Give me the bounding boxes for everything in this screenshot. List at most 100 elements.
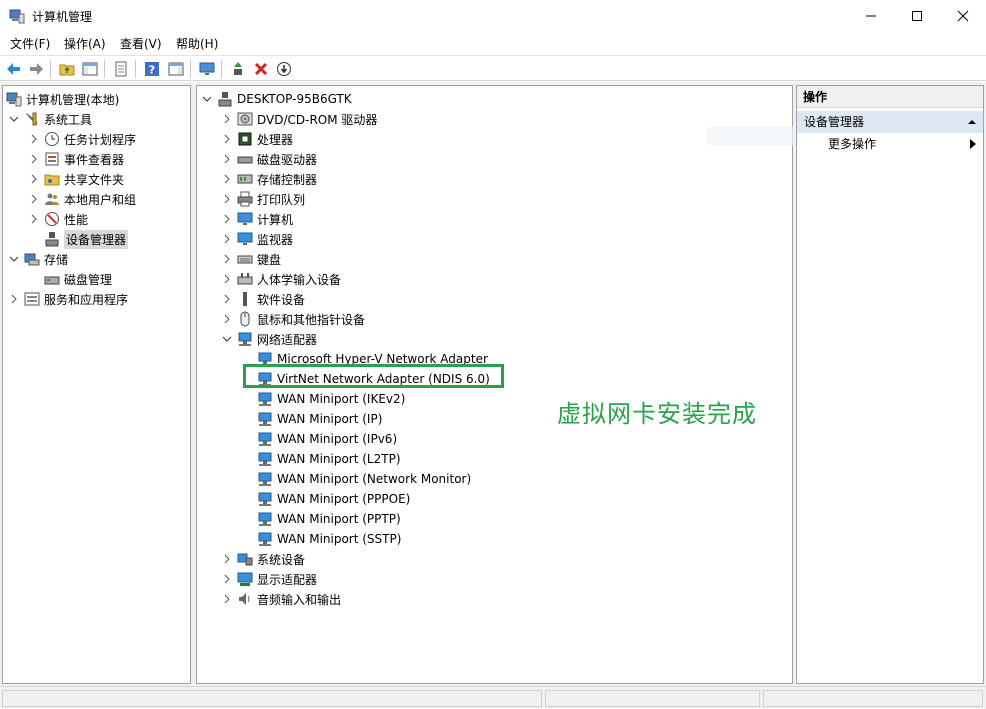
chevron-right-icon[interactable] xyxy=(221,273,233,285)
tree-item-task-scheduler[interactable]: 任务计划程序 xyxy=(28,129,136,149)
more-actions-item[interactable]: 更多操作 xyxy=(828,135,876,152)
tree-item-disk-management[interactable]: 磁盘管理 xyxy=(28,269,112,289)
tree-item-adapter[interactable]: WAN Miniport (PPPOE) xyxy=(257,489,410,509)
tree-item-monitors[interactable]: 监视器 xyxy=(221,229,293,249)
chevron-right-icon[interactable] xyxy=(221,213,233,225)
device-manager-icon xyxy=(44,231,60,247)
tree-label: 存储控制器 xyxy=(257,172,318,187)
network-adapter-icon xyxy=(257,411,273,427)
tree-item-software-devices[interactable]: 软件设备 xyxy=(221,289,305,309)
chevron-right-icon[interactable] xyxy=(221,253,233,265)
tree-label: 系统工具 xyxy=(44,112,93,127)
tree-label: 磁盘管理 xyxy=(64,272,113,287)
chevron-right-icon[interactable] xyxy=(28,193,40,205)
tree-item-adapter[interactable]: WAN Miniport (IPv6) xyxy=(257,429,397,449)
chevron-right-icon[interactable] xyxy=(8,293,20,305)
tree-item-computer-category[interactable]: 计算机 xyxy=(221,209,293,229)
computer-management-icon xyxy=(9,8,25,24)
tree-item-adapter[interactable]: WAN Miniport (Network Monitor) xyxy=(257,469,471,489)
tree-item-computer[interactable]: DESKTOP-95B6GTK xyxy=(201,89,352,109)
chevron-right-icon[interactable] xyxy=(28,213,40,225)
tree-item-adapter[interactable]: WAN Miniport (PPTP) xyxy=(257,509,401,529)
menu-action[interactable]: 操作(A) xyxy=(64,35,106,52)
chevron-right-icon[interactable] xyxy=(221,153,233,165)
toolbar-separator xyxy=(190,60,191,78)
show-hide-tree-icon[interactable] xyxy=(80,59,100,79)
tree-item-storage[interactable]: 存储 xyxy=(8,249,68,269)
tree-label: 本地用户和组 xyxy=(64,192,137,207)
maximize-button[interactable] xyxy=(894,0,940,32)
chevron-down-icon[interactable] xyxy=(8,113,20,125)
tree-item-storage-controllers[interactable]: 存储控制器 xyxy=(221,169,317,189)
tree-item-adapter[interactable]: WAN Miniport (IKEv2) xyxy=(257,389,405,409)
chevron-right-icon[interactable] xyxy=(221,293,233,305)
chevron-right-icon[interactable] xyxy=(221,233,233,245)
tree-item-print-queues[interactable]: 打印队列 xyxy=(221,189,305,209)
forward-icon[interactable] xyxy=(26,59,46,79)
menu-file[interactable]: 文件(F) xyxy=(10,35,50,52)
chevron-right-icon[interactable] xyxy=(221,313,233,325)
tree-item-shared-folders[interactable]: 共享文件夹 xyxy=(28,169,124,189)
chevron-right-icon[interactable] xyxy=(28,153,40,165)
chevron-right-icon[interactable] xyxy=(221,553,233,565)
chevron-down-icon[interactable] xyxy=(221,333,233,345)
chevron-right-icon[interactable] xyxy=(221,593,233,605)
tree-item-mice[interactable]: 鼠标和其他指针设备 xyxy=(221,309,365,329)
chevron-down-icon[interactable] xyxy=(8,253,20,265)
tree-item-services-apps[interactable]: 服务和应用程序 xyxy=(8,289,128,309)
up-folder-icon[interactable] xyxy=(57,59,77,79)
tree-item-hid[interactable]: 人体学输入设备 xyxy=(221,269,341,289)
minimize-button[interactable] xyxy=(848,0,894,32)
speaker-icon xyxy=(237,591,253,607)
chevron-right-icon[interactable] xyxy=(221,113,233,125)
update-driver-icon[interactable] xyxy=(228,59,248,79)
chevron-right-icon[interactable] xyxy=(221,573,233,585)
highlight-box xyxy=(243,364,504,388)
tree-item-event-viewer[interactable]: 事件查看器 xyxy=(28,149,124,169)
tree-item-display-adapters[interactable]: 显示适配器 xyxy=(221,569,317,589)
uninstall-icon[interactable] xyxy=(251,59,271,79)
collapse-up-icon[interactable] xyxy=(967,111,977,140)
actions-header: 操作 xyxy=(797,86,983,108)
event-viewer-icon xyxy=(44,151,60,167)
tree-item-root[interactable]: 计算机管理(本地) xyxy=(6,89,119,109)
display-icon[interactable] xyxy=(197,59,217,79)
hid-icon xyxy=(237,271,253,287)
menu-view[interactable]: 查看(V) xyxy=(120,35,162,52)
tree-item-processors[interactable]: 处理器 xyxy=(221,129,293,149)
chevron-right-icon[interactable] xyxy=(28,133,40,145)
tree-item-audio[interactable]: 音频输入和输出 xyxy=(221,589,341,609)
chevron-right-icon[interactable] xyxy=(28,173,40,185)
chevron-down-icon[interactable] xyxy=(201,93,213,105)
tools-icon xyxy=(24,111,40,127)
services-icon xyxy=(24,291,40,307)
tree-item-dvd[interactable]: DVD/CD-ROM 驱动器 xyxy=(221,109,377,129)
actions-group-device-manager[interactable]: 设备管理器 xyxy=(797,111,983,133)
tree-item-keyboards[interactable]: 键盘 xyxy=(221,249,281,269)
tree-item-adapter[interactable]: WAN Miniport (IP) xyxy=(257,409,382,429)
chevron-right-icon[interactable] xyxy=(221,173,233,185)
back-icon[interactable] xyxy=(4,59,24,79)
tree-label: 人体学输入设备 xyxy=(257,272,342,287)
chevron-right-icon[interactable] xyxy=(221,193,233,205)
help-icon[interactable]: ? xyxy=(142,59,162,79)
show-action-pane-icon[interactable] xyxy=(166,59,186,79)
close-button[interactable] xyxy=(940,0,986,32)
tree-label: 性能 xyxy=(64,212,89,227)
tree-item-network-adapters[interactable]: 网络适配器 xyxy=(221,329,317,349)
tree-item-local-users[interactable]: 本地用户和组 xyxy=(28,189,136,209)
chevron-right-icon[interactable] xyxy=(221,133,233,145)
tree-item-performance[interactable]: 性能 xyxy=(28,209,88,229)
properties-icon[interactable] xyxy=(111,59,131,79)
computer-management-icon xyxy=(6,91,22,107)
menu-help[interactable]: 帮助(H) xyxy=(176,35,218,52)
disable-icon[interactable] xyxy=(274,59,294,79)
tree-item-device-manager[interactable]: 设备管理器 xyxy=(28,229,129,249)
tree-item-system-tools[interactable]: 系统工具 xyxy=(8,109,92,129)
tree-item-system-devices[interactable]: 系统设备 xyxy=(221,549,305,569)
tree-item-adapter[interactable]: WAN Miniport (L2TP) xyxy=(257,449,401,469)
submenu-arrow-icon xyxy=(969,138,977,152)
tree-item-disk-drives[interactable]: 磁盘驱动器 xyxy=(221,149,317,169)
tree-label: 计算机 xyxy=(257,212,294,227)
tree-item-adapter[interactable]: WAN Miniport (SSTP) xyxy=(257,529,401,549)
